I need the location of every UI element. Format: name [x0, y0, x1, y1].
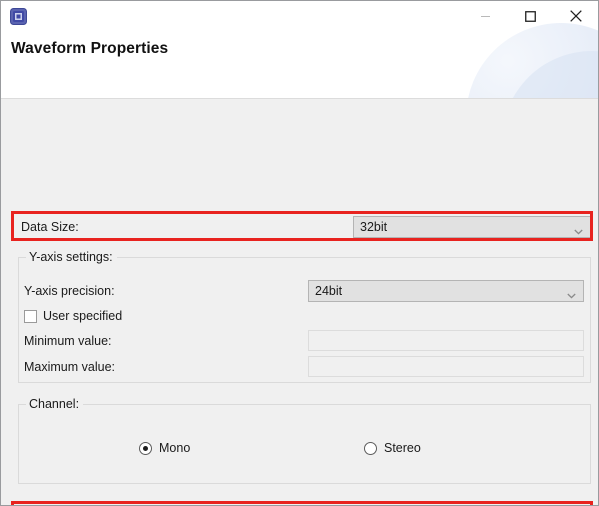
- channel-option-mono-label: Mono: [159, 441, 191, 455]
- header-watermark-decoration: [466, 23, 598, 98]
- channel-option-stereo[interactable]: Stereo: [364, 441, 421, 455]
- window-controls: [463, 1, 598, 31]
- y-axis-precision-label: Y-axis precision:: [24, 284, 115, 298]
- data-size-dropdown[interactable]: 32bit: [353, 216, 591, 238]
- minimize-button[interactable]: [463, 1, 508, 31]
- user-specified-label: User specified: [43, 309, 123, 323]
- channel-group-title: Channel:: [26, 397, 84, 411]
- radio-button-icon: [364, 441, 377, 455]
- page-title: Waveform Properties: [11, 40, 169, 57]
- chevron-down-icon: [567, 288, 576, 299]
- channel-group: Channel:: [18, 397, 591, 484]
- channel-option-mono[interactable]: Mono: [139, 441, 190, 455]
- minimum-value-input[interactable]: [308, 330, 584, 351]
- user-specified-checkbox[interactable]: User specified: [24, 309, 122, 323]
- radio-button-icon: [139, 441, 152, 455]
- minimum-value-label: Minimum value:: [24, 334, 112, 348]
- y-axis-precision-value: 24bit: [315, 284, 343, 298]
- checkbox-box-icon: [24, 309, 37, 323]
- header-watermark-decoration-inner: [502, 51, 598, 98]
- dialog-body: Data Size: 32bit Y-axis settings: Y-axis…: [1, 99, 598, 505]
- chevron-down-icon: [574, 224, 583, 235]
- waveform-properties-dialog: Waveform Properties Data Size: 32bit Y-a…: [0, 0, 599, 506]
- buffer-size-annotation-box: [11, 501, 593, 505]
- data-size-value: 32bit: [360, 220, 388, 234]
- app-icon: [10, 8, 27, 25]
- maximize-button[interactable]: [508, 1, 553, 31]
- maximum-value-label: Maximum value:: [24, 360, 115, 374]
- data-size-label: Data Size:: [21, 220, 79, 234]
- maximum-value-input[interactable]: [308, 356, 584, 377]
- dialog-header: Waveform Properties: [1, 1, 598, 99]
- y-axis-settings-title: Y-axis settings:: [26, 250, 117, 264]
- y-axis-precision-dropdown[interactable]: 24bit: [308, 280, 584, 302]
- channel-option-stereo-label: Stereo: [384, 441, 421, 455]
- close-button[interactable]: [553, 1, 598, 31]
